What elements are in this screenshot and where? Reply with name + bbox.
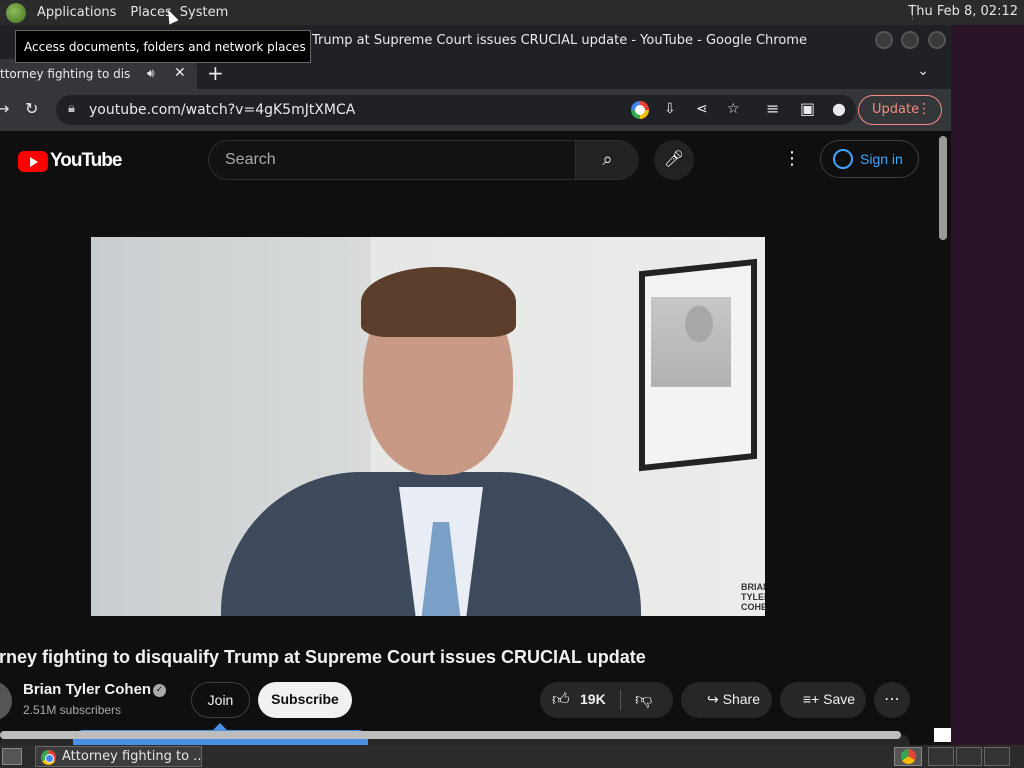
channel-watermark: BRIAN TYLER COHEN [741,582,765,612]
share-arrow-icon: ↪ [707,691,723,707]
speaker-icon[interactable]: 🔊︎ [147,66,155,81]
more-actions-icon[interactable]: ⋯ [874,682,910,718]
vertical-scrollbar[interactable] [939,136,947,240]
window-title: Trump at Supreme Court issues CRUCIAL up… [312,33,807,48]
chrome-window: Trump at Supreme Court issues CRUCIAL up… [0,25,951,745]
search-icon: ⌕ [602,149,613,170]
system-menu[interactable]: System [177,5,231,20]
like-divider [620,690,621,710]
tab-search-chevron-icon[interactable]: ⌄ [917,63,929,79]
new-tab-button[interactable]: + [207,61,224,85]
framed-building-image [651,297,731,387]
tab-close-icon[interactable]: ✕ [174,65,186,81]
like-dislike-group: 👍︎ 19K 👎︎ [540,682,673,718]
workspace-2[interactable] [956,747,982,766]
profile-icon[interactable]: ● [832,99,846,118]
like-count[interactable]: 19K [580,691,606,707]
video-player[interactable]: BRIAN TYLER COHEN [91,237,765,616]
bottom-panel: Attorney fighting to ... [0,745,1024,768]
minimize-icon[interactable] [875,31,893,49]
gnome-foot-icon[interactable] [6,2,26,23]
channel-avatar[interactable] [0,681,12,721]
share-label: Share [722,691,760,707]
microphone-icon: 🎤︎ [663,149,685,168]
desktop: Applications Places System Thu Feb 8, 02… [0,0,1024,768]
show-desktop-icon[interactable] [2,748,22,765]
playlist-add-icon: ≡+ [802,691,824,707]
url-text[interactable]: youtube.com/watch?v=4gK5mJtXMCA [89,102,355,118]
applications-menu[interactable]: Applications [34,5,119,20]
search-box: ⌕ [208,140,639,180]
maximize-icon[interactable] [901,31,919,49]
google-lens-icon[interactable] [631,101,649,119]
dislike-thumb-icon[interactable]: 👎︎ [635,689,652,710]
verified-check-icon: ✓ [153,684,166,697]
channel-name[interactable]: Brian Tyler Cohen [23,681,151,698]
tab-title: ttorney fighting to disqu [0,67,130,81]
subscriber-count: 2.51M subscribers [23,703,122,717]
workspace-1[interactable] [928,747,954,766]
save-label: Save [823,691,856,707]
like-thumb-icon[interactable]: 👍︎ [552,689,570,710]
address-bar[interactable]: 🔒︎ youtube.com/watch?v=4gK5mJtXMCA ⇩ ⋖ ☆ [56,95,856,125]
share-button[interactable]: ↪ Share [681,682,772,718]
clock[interactable]: Thu Feb 8, 02:12 [908,4,1018,19]
forward-arrow-icon[interactable]: → [0,99,9,118]
browser-tab[interactable]: ttorney fighting to disqu 🔊︎ ✕ [0,59,197,89]
scrollbar-corner [934,728,951,742]
speaker-hair [361,267,516,337]
chrome-tray-icon [901,749,916,764]
user-circle-icon [833,149,853,169]
share-page-icon[interactable]: ⋖ [696,101,708,117]
youtube-page: YouTube ⌕ 🎤︎ ⋮ Sign in [0,131,951,745]
search-button[interactable]: ⌕ [575,141,639,179]
lock-icon[interactable]: 🔒︎ [68,101,75,116]
install-app-icon[interactable]: ⇩ [664,101,676,117]
task-label: Attorney fighting to ... [62,749,202,764]
browser-toolbar: → ↻ 🔒︎ youtube.com/watch?v=4gK5mJtXMCA ⇩… [0,89,951,131]
youtube-play-icon [18,150,48,172]
chrome-icon [41,750,56,765]
video-title: orney fighting to disqualify Trump at Su… [0,647,646,667]
close-window-icon[interactable] [928,31,946,49]
horizontal-scrollbar[interactable] [0,731,901,739]
workspace-3[interactable] [984,747,1010,766]
taskbar-chrome-window[interactable]: Attorney fighting to ... [35,746,202,767]
update-button[interactable]: Update ⋮ [858,95,942,125]
sign-in-label: Sign in [860,151,903,167]
side-panel-icon[interactable]: ▣ [800,99,815,118]
sign-in-button[interactable]: Sign in [820,140,919,178]
youtube-wordmark: YouTube [50,150,122,171]
bookmark-star-icon[interactable]: ☆ [727,101,740,117]
join-button[interactable]: Join [191,682,250,718]
voice-search-button[interactable]: 🎤︎ [654,140,694,180]
reload-icon[interactable]: ↻ [25,99,38,118]
top-panel: Applications Places System Thu Feb 8, 02… [0,0,1024,25]
media-control-icon[interactable]: ≡ [766,99,779,118]
chrome-menu-icon[interactable]: ⋮ [917,101,931,117]
subscribe-button[interactable]: Subscribe [258,682,352,718]
settings-kebab-icon[interactable]: ⋮ [783,148,801,169]
tray-chrome-button[interactable] [894,747,922,766]
youtube-logo[interactable]: YouTube [18,150,122,172]
places-tooltip: Access documents, folders and network pl… [15,30,311,63]
search-input[interactable] [209,141,575,179]
update-label: Update [872,102,920,117]
save-button[interactable]: ≡+ Save [780,682,866,718]
